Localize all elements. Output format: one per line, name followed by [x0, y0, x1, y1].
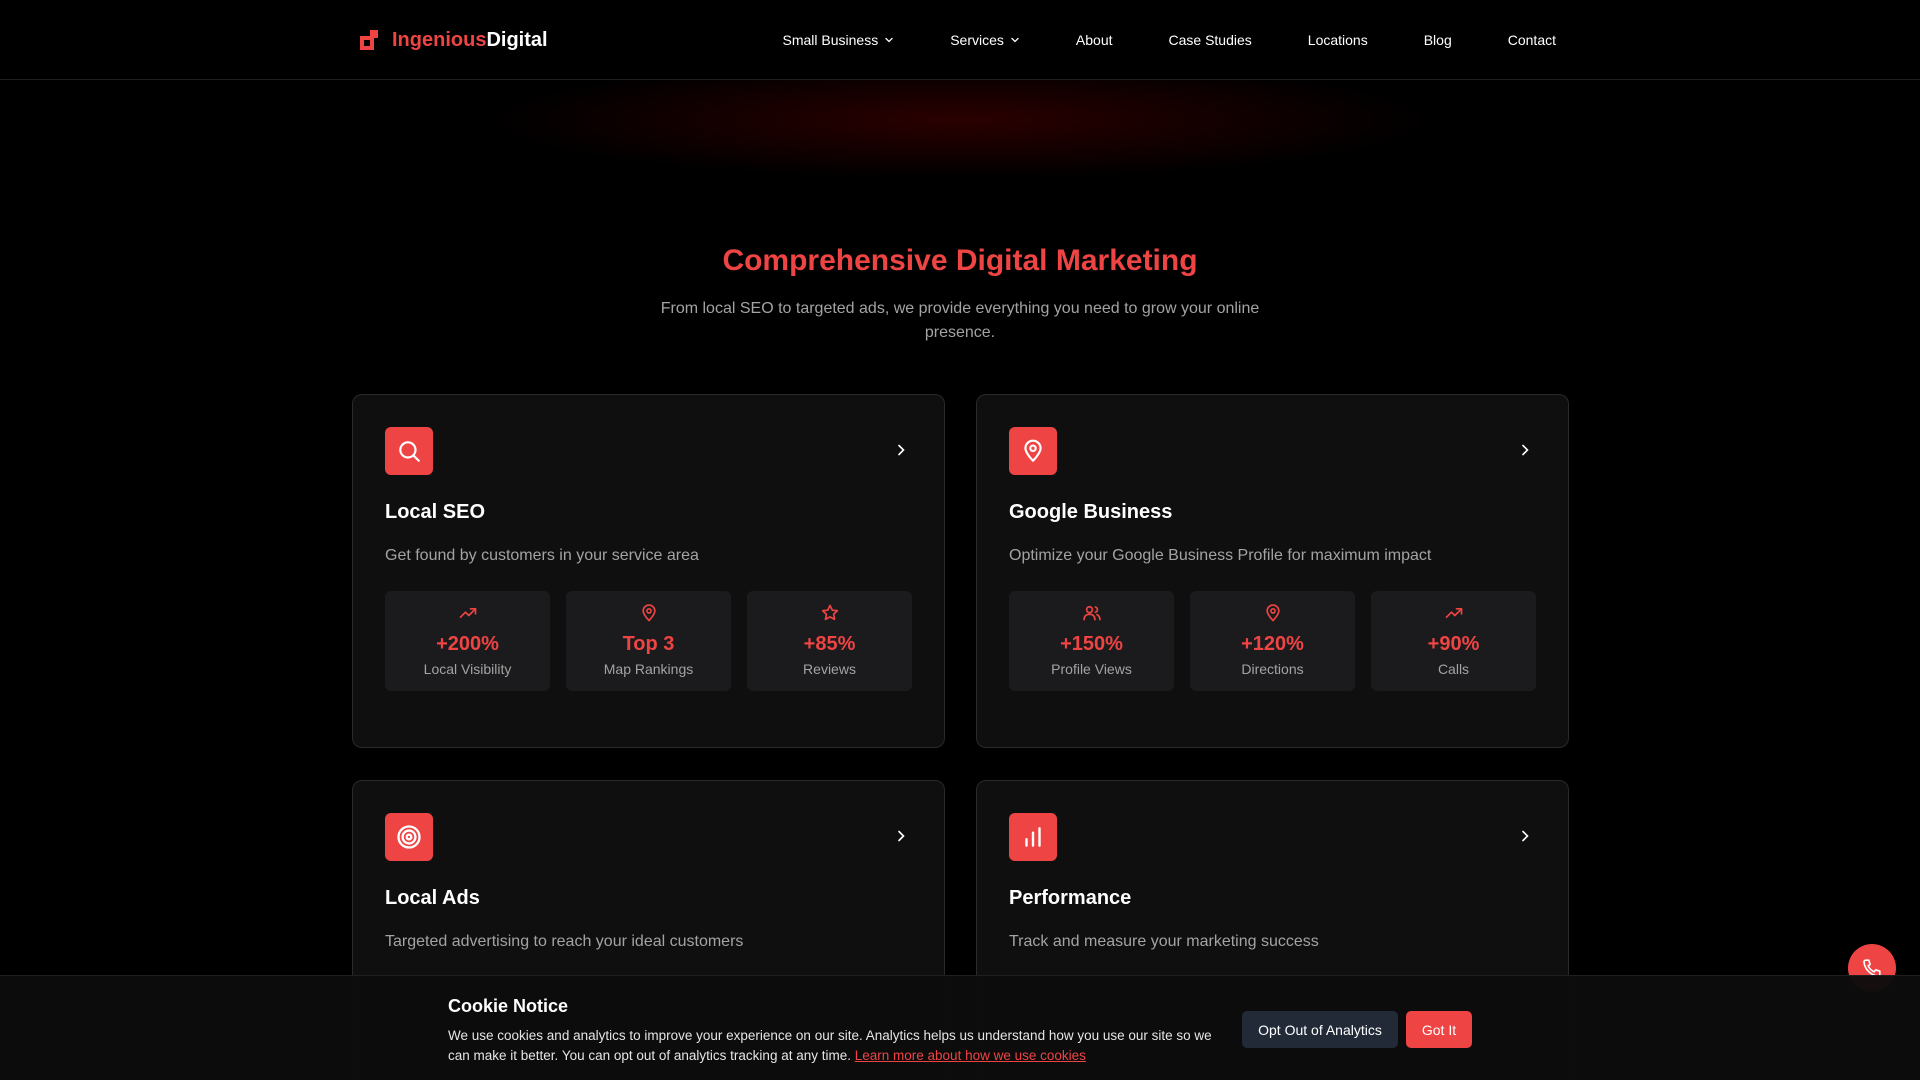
stat-card: +120% Directions [1190, 591, 1355, 691]
map-pin-icon [1266, 604, 1280, 622]
stat-card: +85% Reviews [747, 591, 912, 691]
nav-label: Small Business [782, 32, 879, 48]
stat-label: Calls [1437, 661, 1470, 677]
service-icon-tile [1009, 813, 1057, 861]
search-icon [399, 441, 420, 462]
nav-label: Locations [1307, 32, 1368, 48]
cookie-body: We use cookies and analytics to improve … [448, 1026, 1228, 1066]
stat-card: +150% Profile Views [1009, 591, 1174, 691]
map-pin-icon [1024, 439, 1042, 462]
service-icon-tile [385, 813, 433, 861]
cookie-learn-more-link[interactable]: Learn more about how we use cookies [855, 1048, 1086, 1063]
nav-label: Blog [1423, 32, 1452, 48]
nav-services[interactable]: Services [950, 32, 1020, 48]
stat-value: +200% [436, 633, 499, 655]
card-description: Track and measure your marketing success [1009, 933, 1319, 950]
stats-row: +200% Local Visibility Top 3 Map Ranking… [385, 591, 912, 691]
stat-value: Top 3 [622, 633, 675, 655]
nav-small-business[interactable]: Small Business [783, 32, 895, 48]
chevron-right-icon[interactable] [894, 829, 908, 843]
chevron-down-icon [1011, 37, 1019, 43]
card-title: Local Ads [385, 887, 480, 909]
stat-value: +150% [1060, 633, 1123, 655]
trending-up-icon [459, 608, 477, 618]
card-title: Local SEO [385, 501, 486, 523]
card-title: Google Business [1009, 501, 1173, 523]
service-icon-tile [1009, 427, 1057, 475]
card-description: Targeted advertising to reach your ideal… [385, 933, 744, 950]
stat-card: +200% Local Visibility [385, 591, 550, 691]
opt-out-analytics-button[interactable]: Opt Out of Analytics [1242, 1011, 1398, 1048]
chevron-down-icon [885, 37, 893, 43]
stat-label: Local Visibility [423, 661, 512, 677]
service-icon-tile [385, 427, 433, 475]
nav-contact[interactable]: Contact [1508, 32, 1556, 48]
users-icon [1083, 605, 1101, 621]
nav-label: About [1075, 32, 1113, 48]
nav-label: Services [950, 32, 1004, 48]
stat-value: +85% [803, 633, 856, 655]
brand-name-part1: Ingenious [392, 28, 487, 51]
section-title: Comprehensive Digital Marketing [722, 244, 1198, 277]
nav-about[interactable]: About [1076, 32, 1113, 48]
got-it-button[interactable]: Got It [1406, 1011, 1472, 1048]
card-description: Get found by customers in your service a… [385, 547, 699, 564]
stat-card: +90% Calls [1371, 591, 1536, 691]
section-subtitle: From local SEO to targeted ads, we provi… [660, 300, 1260, 341]
nav-label: Contact [1507, 32, 1556, 48]
card-title: Performance [1009, 887, 1132, 909]
stat-label: Profile Views [1051, 661, 1132, 677]
nav-locations[interactable]: Locations [1308, 32, 1368, 48]
trending-up-icon [1445, 608, 1463, 618]
nav-label: Case Studies [1168, 32, 1252, 48]
star-icon [821, 604, 839, 621]
stat-value: +120% [1241, 633, 1304, 655]
stats-row: +150% Profile Views +120% Directions +90… [1009, 591, 1536, 691]
stat-card: Top 3 Map Rankings [566, 591, 731, 691]
stat-label: Reviews [803, 661, 856, 677]
nav-blog[interactable]: Blog [1424, 32, 1452, 48]
stat-label: Map Rankings [603, 661, 694, 677]
bar-chart-icon [1025, 827, 1041, 847]
chevron-right-icon[interactable] [1518, 829, 1532, 843]
logo[interactable]: IngeniousDigital [360, 26, 548, 54]
map-pin-icon [642, 604, 656, 622]
target-icon [397, 825, 421, 849]
brand-name-part2: Digital [486, 28, 548, 51]
logo-icon [360, 30, 378, 50]
chevron-right-icon[interactable] [894, 443, 908, 457]
main-nav: Small Business Services About Case Studi… [783, 0, 1556, 80]
cookie-body-text: We use cookies and analytics to improve … [448, 1028, 1212, 1063]
cookie-title: Cookie Notice [448, 996, 569, 1016]
brand-name: IngeniousDigital [392, 29, 548, 52]
stat-value: +90% [1427, 633, 1480, 655]
card-description: Optimize your Google Business Profile fo… [1009, 547, 1432, 564]
service-card-google-business[interactable]: Google Business Optimize your Google Bus… [976, 394, 1569, 748]
chevron-right-icon[interactable] [1518, 443, 1532, 457]
cookie-banner: Cookie Notice We use cookies and analyti… [0, 975, 1920, 1080]
nav-case-studies[interactable]: Case Studies [1169, 32, 1252, 48]
stat-label: Directions [1241, 661, 1304, 677]
service-card-local-seo[interactable]: Local SEO Get found by customers in your… [352, 394, 945, 748]
site-header: IngeniousDigital Small Business Services… [0, 0, 1920, 80]
